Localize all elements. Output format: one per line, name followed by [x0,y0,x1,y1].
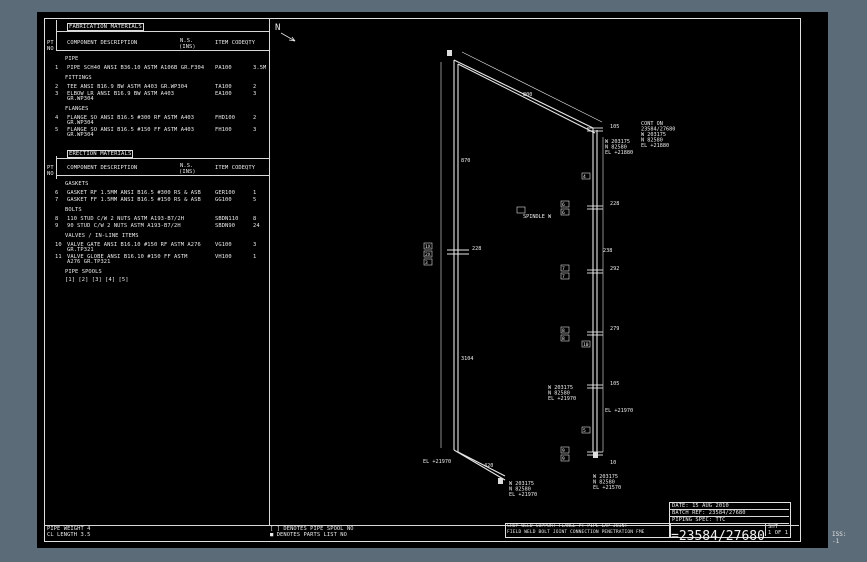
dim-label: 10 [610,460,616,466]
parts-tag: 7 [562,266,565,272]
connection-note: EL +21880 [605,150,633,156]
coordinate-note: EL +21970 [509,492,537,498]
parts-tag: 6 [562,202,565,208]
parts-tag: 10 [583,342,589,348]
end-marker [447,50,452,56]
dim-label: 238 [603,248,612,254]
dim-label: 870 [461,158,470,164]
parts-tag: 6 [562,210,565,216]
legend-line-2: FIELD WELD BOLT JOINT CONNECTION PENETRA… [507,530,645,535]
dim-label: 279 [610,326,619,332]
parts-tag: 7 [562,274,565,280]
spindle-box [516,206,526,214]
date-label: DATE: 15 AUG 2010 [672,503,729,509]
parts-tag: 8 [562,328,565,334]
coordinate-note: EL +21970 [548,396,576,402]
parts-tag: 9 [562,448,565,454]
spindle-label: SPINDLE W [523,214,552,220]
pipe-segment [457,451,506,477]
drawing-number: =23584/27680 [671,529,765,544]
dim-label: 105 [610,381,619,387]
isometric-drawing: N800870105228292279105103104238420667788… [275,23,675,498]
coordinate-note: EL +21570 [593,485,621,491]
dim-label: 292 [610,266,619,272]
pipe-segment [457,63,596,134]
dim-label: 420 [484,463,493,469]
dim-label: 800 [523,92,532,98]
dim-label: 228 [472,246,481,252]
coordinate-note: EL +21970 [605,408,633,414]
parts-tag: 8 [562,336,565,342]
parts-tag: 5 [583,428,586,434]
parts-tag: 2X [425,252,431,258]
cl-length: CL LENGTH 3.5 [47,532,91,538]
sheet-number: 1 OF 1 [768,530,789,536]
parts-tag: 1X [425,244,431,250]
dim-label: 3104 [461,356,474,362]
pipe-segment [453,449,506,481]
end-marker [498,478,503,484]
issue-label: ISS: -1 [832,531,847,545]
batch-label: BATCH REF: 23584/27680 [672,510,746,516]
north-arrow [280,32,296,42]
dim-label: 105 [610,124,619,130]
cad-viewport[interactable]: FABRICATION MATERIALS PT NO COMPONENT DESCR… [37,12,846,548]
spec-label: PIPING SPEC: TTC [672,517,726,523]
note-parts: ■ DENOTES PARTS LIST NO [270,532,347,538]
connection-note: EL +21880 [641,143,669,149]
dimension-line [461,51,603,123]
coordinate-note: EL +21970 [423,459,451,465]
parts-tag: 9 [562,456,565,462]
parts-tag: 4 [583,174,586,180]
dim-label: 228 [610,201,619,207]
parts-tag: 3 [425,260,428,266]
north-label: N [275,23,280,33]
title-block-line [765,523,766,536]
